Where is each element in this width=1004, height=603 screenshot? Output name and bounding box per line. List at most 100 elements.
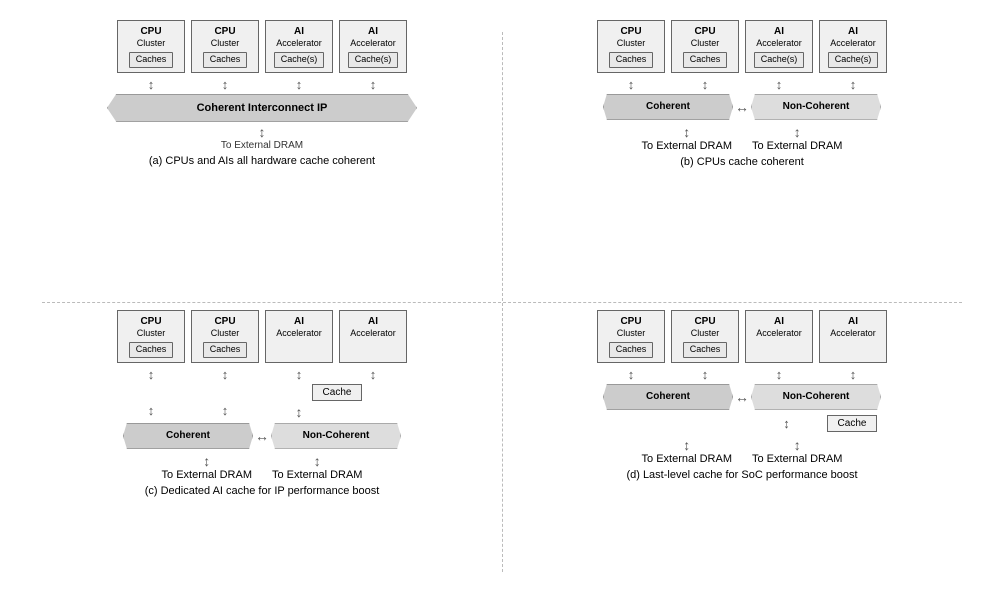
vert-arrows-a: ↕ ↕ ↕ ↕ [117,78,407,91]
vert-arrows-d-top: ↕ ↕ ↕ ↕ [597,368,887,381]
cpu-cluster-b2: CPU Cluster Caches [671,20,739,73]
dram-arrow-icon: ↕ [203,453,210,469]
coherent-banner-b: Coherent [603,94,733,120]
banners-row-c: Coherent ↔ Non-Coherent [123,423,401,449]
caption-d: (d) Last-level cache for SoC performance… [626,469,857,481]
cpu-cluster-1: CPU Cluster Caches [117,20,185,73]
cache-chip: Caches [129,52,174,68]
arrow-c2: ↕ [191,368,259,381]
unit-sub: Cluster [137,328,166,340]
coherent-label-c: Coherent [166,430,210,441]
ai-accelerator-d2: AI Accelerator [819,310,887,363]
arrow-3: ↕ [265,78,333,91]
unit-sub: Cluster [137,38,166,50]
arrow-1: ↕ [117,78,185,91]
dram-arrow-icon: ↕ [683,124,690,140]
cache-chip: Caches [683,52,728,68]
unit-title: AI [368,25,378,38]
arrow-d3: ↕ [745,368,813,381]
dram-arrow-icon: ↕ [259,124,266,140]
ai-accelerator-c2: AI Accelerator [339,310,407,363]
ai-cache-c1: Cache [312,384,363,401]
cpu-cluster-b1: CPU Cluster Caches [597,20,665,73]
unit-title: CPU [620,315,641,328]
noncoherent-label-b: Non-Coherent [783,101,850,112]
dram-label-b-left: To External DRAM [642,140,732,152]
noncoherent-banner-d: Non-Coherent [751,384,881,410]
banners-row-d: Coherent ↔ Non-Coherent [603,384,881,410]
unit-title: CPU [140,25,161,38]
dram-right-c: ↕ To External DRAM [272,453,362,481]
unit-sub: Accelerator [830,38,876,50]
shared-cache-row-d: ↕ Cache [607,413,878,434]
dram-left-c: ↕ To External DRAM [162,453,252,481]
arrow-4: ↕ [339,78,407,91]
dram-row-d: ↕ To External DRAM ↕ To External DRAM [642,437,843,465]
unit-title: AI [294,25,304,38]
arrow-d1: ↕ [597,368,665,381]
unit-sub: Accelerator [350,38,396,50]
arrow-b2: ↕ [671,78,739,91]
noncoherent-banner-c: Non-Coherent [271,423,401,449]
dram-label-a: To External DRAM [221,140,303,151]
ai-accelerator-b1: AI Accelerator Cache(s) [745,20,813,73]
noncoherent-banner-b: Non-Coherent [751,94,881,120]
vert-arrows-c-mid: ↕ ↕ ↕ [117,404,407,420]
unit-sub: Cluster [691,328,720,340]
arrow-c-mid4-empty [339,404,407,420]
unit-title: AI [774,315,784,328]
arrow-c-mid2: ↕ [191,404,259,420]
diagram-b: CPU Cluster Caches CPU Cluster Caches AI… [502,12,982,302]
interconnect-label: Coherent Interconnect IP [197,102,328,114]
dram-arrow-icon: ↕ [314,453,321,469]
noncoherent-label-d: Non-Coherent [783,391,850,402]
unit-sub: Accelerator [276,38,322,50]
cpu-cluster-d2: CPU Cluster Caches [671,310,739,363]
arrow-c4: ↕ [339,368,407,381]
coherent-interconnect-ip-banner: Coherent Interconnect IP [107,94,417,122]
banner-arrow-d: ↔ [735,389,749,405]
coherent-label-d: Coherent [646,391,690,402]
banner-arrow-c: ↔ [255,428,269,444]
dram-arrow-icon: ↕ [683,437,690,453]
arrow-d2: ↕ [671,368,739,381]
dram-left-d: ↕ To External DRAM [642,437,732,465]
cpu-cluster-d1: CPU Cluster Caches [597,310,665,363]
units-row-b: CPU Cluster Caches CPU Cluster Caches AI… [597,20,887,73]
unit-sub: Accelerator [830,328,876,340]
cache-chip: Caches [683,342,728,358]
dram-label-c-left: To External DRAM [162,469,252,481]
cache-chip: Cache(s) [348,52,399,68]
diagram-a: CPU Cluster Caches CPU Cluster Caches AI… [22,12,502,302]
unit-sub: Accelerator [756,328,802,340]
arrow-c1: ↕ [117,368,185,381]
unit-sub: Accelerator [276,328,322,340]
banners-row-b: Coherent ↔ Non-Coherent [603,94,881,120]
cache-chip: Cache(s) [754,52,805,68]
ai-accelerator-1: AI Accelerator Cache(s) [265,20,333,73]
cache-chip: Caches [203,342,248,358]
unit-sub: Cluster [617,328,646,340]
cache-chip: Caches [129,342,174,358]
coherent-banner-c: Coherent [123,423,253,449]
units-row-a: CPU Cluster Caches CPU Cluster Caches AI… [117,20,407,73]
unit-title: AI [848,315,858,328]
ai-accelerator-b2: AI Accelerator Cache(s) [819,20,887,73]
unit-sub: Cluster [211,328,240,340]
dram-arrow-icon: ↕ [794,437,801,453]
unit-title: CPU [694,315,715,328]
diagram-d: CPU Cluster Caches CPU Cluster Caches AI… [502,302,982,592]
cache-chip: Caches [609,52,654,68]
dram-label-b-right: To External DRAM [752,140,842,152]
dram-label-d-right: To External DRAM [752,453,842,465]
cpu-cluster-c1: CPU Cluster Caches [117,310,185,363]
caption-b: (b) CPUs cache coherent [680,156,804,168]
ai-accelerator-2: AI Accelerator Cache(s) [339,20,407,73]
caption-c: (c) Dedicated AI cache for IP performanc… [145,485,380,497]
ai-caches-c: Cache [312,382,363,403]
unit-title: AI [294,315,304,328]
dram-right-d: ↕ To External DRAM [752,437,842,465]
vert-arrows-b: ↕ ↕ ↕ ↕ [597,78,887,91]
unit-title: CPU [694,25,715,38]
ai-accelerator-c1: AI Accelerator [265,310,333,363]
